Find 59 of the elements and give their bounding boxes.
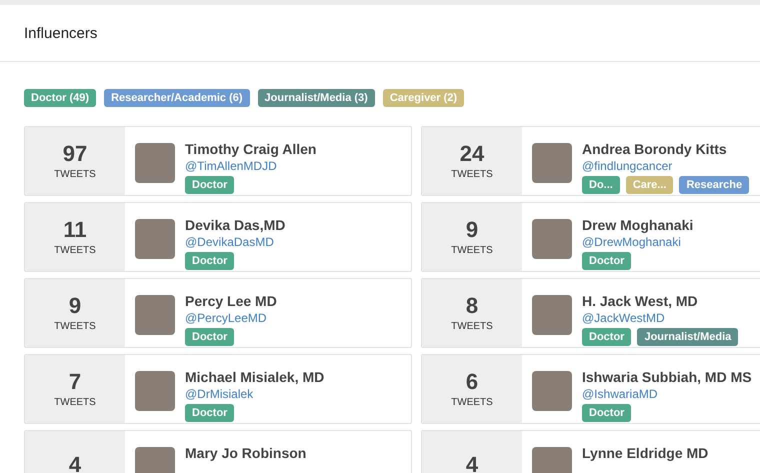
influencer-name: Mary Jo Robinson [185,445,306,462]
category-tag: Do... [582,176,620,194]
influencer-name: Percy Lee MD [185,293,277,310]
handle-link[interactable]: @DrMisialek [185,386,324,402]
category-tag: Doctor [185,328,234,346]
category-filter-tag[interactable]: Researcher/Academic (6) [104,89,250,107]
handle-link[interactable]: @findlungcancer [582,158,750,174]
category-tag: Journalist/Media [637,328,738,346]
category-tag: Doctor [185,404,234,422]
category-tag: Doctor [582,404,632,422]
category-tag: Doctor [582,252,632,270]
category-tag: Researche [679,176,750,194]
influencer-name: Devika Das,MD [185,217,286,234]
influencer-name: Ishwaria Subbiah, MD MS [582,369,752,386]
avatar-placeholder [135,295,175,335]
tweets-label: TWEETS [451,244,493,256]
avatar-placeholder [135,219,175,259]
avatar-placeholder [135,371,175,411]
tweets-label: TWEETS [54,168,96,180]
tweets-label: TWEETS [451,168,493,180]
handle-link[interactable]: @PercyLeeMD [185,310,277,326]
category-tag: Care... [626,176,674,194]
avatar-placeholder [532,371,572,411]
tweets-label: TWEETS [54,396,96,408]
tweets-label: TWEETS [54,320,96,332]
tweets-label: TWEETS [54,244,96,256]
handle-link[interactable]: @JackWestMD [582,310,738,326]
handle-link[interactable]: @TimAllenMDJD [185,158,316,174]
tweet-count: 9 [466,218,478,240]
handle-link[interactable]: @DrewMoghanaki [582,234,694,250]
category-tag: Doctor [185,176,234,194]
influencer-name: Timothy Craig Allen [185,141,316,158]
tweet-count: 11 [63,218,87,240]
section-title: Influencers [24,24,98,42]
influencer-name: Drew Moghanaki [582,217,694,234]
influencer-name: Andrea Borondy Kitts [582,141,728,158]
tweet-count: 4 [68,454,82,473]
category-filter-tag[interactable]: Journalist/Media (3) [258,89,375,107]
tweets-label: TWEETS [451,320,493,332]
tweet-count: 8 [466,294,478,316]
avatar-placeholder [135,143,175,183]
category-tag: Doctor [185,252,234,270]
influencer-name: H. Jack West, MD [582,293,699,310]
tweet-count: 24 [460,142,484,164]
tweet-count: 9 [68,294,82,316]
avatar-placeholder [532,143,572,183]
handle-link[interactable]: @DevikaDasMD [185,234,286,250]
tweets-label: TWEETS [451,396,493,408]
tweet-count: 7 [68,370,82,392]
influencer-name: Michael Misialek, MD [185,369,324,386]
avatar-placeholder [532,295,572,335]
category-filter-tag[interactable]: Doctor (49) [24,89,96,107]
category-tag: Doctor [582,328,632,346]
tweet-count: 6 [466,370,478,392]
tweet-count: 97 [62,142,88,164]
avatar-placeholder [532,219,572,259]
influencer-name: Lynne Eldridge MD [582,445,708,462]
handle-link[interactable]: @IshwariaMD [582,386,752,402]
tweet-count: 4 [466,454,478,473]
